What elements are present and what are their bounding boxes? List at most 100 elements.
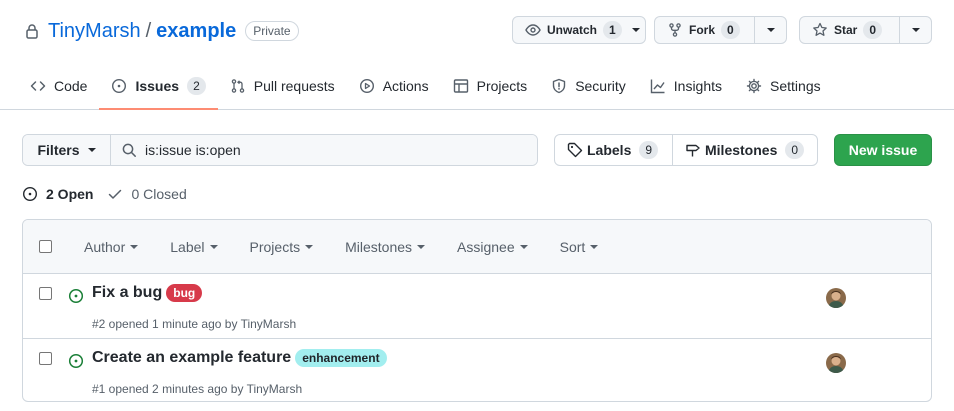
tab-label: Settings	[770, 78, 821, 94]
tab-label: Projects	[476, 78, 528, 94]
tab-label: Pull requests	[253, 78, 335, 94]
star-dropdown-button[interactable]	[899, 17, 931, 43]
closed-issues-label: 0 Closed	[131, 186, 187, 202]
select-all-checkbox[interactable]	[39, 240, 52, 253]
tab-pull-requests[interactable]: Pull requests	[218, 66, 347, 106]
issues-list: Author Label Projects Milestones Assigne…	[22, 219, 932, 402]
repo-name-link[interactable]: example	[156, 20, 236, 43]
sort-filter[interactable]: Sort	[560, 239, 599, 255]
tab-insights[interactable]: Insights	[638, 66, 734, 106]
issues-count-badge: 2	[187, 77, 206, 95]
tab-actions[interactable]: Actions	[347, 66, 441, 106]
issue-opened-icon	[68, 288, 84, 304]
issue-label-bug[interactable]: bug	[166, 284, 203, 302]
tab-label: Insights	[673, 78, 723, 94]
labels-button[interactable]: Labels 9	[555, 135, 672, 165]
chevron-down-icon	[417, 244, 426, 249]
fork-button[interactable]: Fork 0	[655, 17, 754, 43]
chevron-down-icon	[519, 244, 528, 249]
star-count: 0	[863, 21, 883, 39]
watch-count: 1	[603, 21, 622, 39]
repo-header: TinyMarsh / example Private Unwatch 1 Fo…	[0, 0, 954, 110]
shield-icon	[551, 78, 575, 94]
assignee-avatar[interactable]	[826, 353, 846, 373]
sort-filter-label: Sort	[559, 238, 586, 255]
label-filter[interactable]: Label	[170, 238, 218, 255]
chevron-down-icon	[209, 244, 218, 249]
projects-filter-label: Projects	[249, 238, 301, 255]
closed-issues-link[interactable]: 0 Closed	[107, 186, 187, 202]
tag-icon	[567, 142, 587, 158]
tab-label: Code	[54, 78, 88, 94]
watch-button-group: Unwatch 1	[512, 16, 646, 44]
unwatch-label: Unwatch	[547, 23, 598, 37]
star-icon	[812, 22, 834, 38]
milestone-icon	[685, 142, 705, 158]
tab-label: Actions	[382, 78, 429, 94]
visibility-badge: Private	[245, 21, 299, 41]
milestones-filter[interactable]: Milestones	[345, 238, 426, 255]
milestones-count: 0	[785, 141, 805, 159]
milestones-button[interactable]: Milestones 0	[672, 135, 817, 165]
labels-label: Labels	[587, 142, 632, 158]
repo-title: TinyMarsh / example Private	[24, 16, 299, 46]
gear-icon	[746, 78, 770, 94]
open-issues-link[interactable]: 2 Open	[22, 186, 93, 202]
chevron-down-icon	[911, 28, 920, 32]
code-icon	[30, 78, 54, 94]
check-icon	[107, 186, 131, 202]
search-icon	[121, 142, 145, 158]
play-icon	[359, 78, 383, 94]
issue-row: Create an example feature enhancement #1…	[23, 338, 931, 401]
assignee-avatar[interactable]	[826, 288, 846, 308]
open-issues-label: 2 Open	[46, 186, 94, 202]
tab-security[interactable]: Security	[539, 66, 638, 106]
labels-milestones-group: Labels 9 Milestones 0	[554, 134, 818, 166]
table-icon	[453, 78, 477, 94]
projects-filter[interactable]: Projects	[250, 239, 314, 255]
tab-code[interactable]: Code	[18, 66, 99, 106]
assignee-filter[interactable]: Assignee	[457, 239, 528, 255]
issue-label-enhancement[interactable]: enhancement	[295, 349, 387, 367]
tab-issues[interactable]: Issues 2	[99, 66, 219, 110]
filters-dropdown-button[interactable]: Filters	[23, 135, 111, 165]
unwatch-button[interactable]: Unwatch 1	[513, 17, 650, 43]
fork-label: Fork	[689, 23, 716, 37]
issue-state-toggle: 2 Open 0 Closed	[22, 184, 201, 204]
issue-search	[111, 135, 537, 165]
chevron-down-icon	[130, 244, 139, 249]
chevron-down-icon	[87, 148, 96, 152]
issue-title-line: Fix a bug bug	[92, 284, 203, 302]
issue-checkbox[interactable]	[39, 287, 52, 300]
author-filter-label: Author	[84, 238, 126, 255]
issues-filter-bar: Filters	[22, 134, 538, 166]
tab-label: Issues	[135, 78, 180, 94]
chevron-down-icon	[590, 244, 599, 249]
issue-opened-icon	[111, 78, 135, 94]
issue-meta: #1 opened 2 minutes ago by TinyMarsh	[92, 382, 303, 396]
graph-icon	[650, 78, 674, 94]
repo-nav-tabs: Code Issues 2 Pull requests Actions Proj…	[18, 66, 833, 110]
lock-icon	[24, 23, 40, 39]
repo-path-separator: /	[145, 19, 152, 42]
issue-title-link[interactable]: Fix a bug	[92, 284, 162, 302]
fork-dropdown-button[interactable]	[754, 17, 786, 43]
issues-list-header: Author Label Projects Milestones Assigne…	[23, 220, 931, 274]
repo-owner-link[interactable]: TinyMarsh	[48, 20, 141, 43]
new-issue-button[interactable]: New issue	[834, 134, 932, 166]
issue-checkbox[interactable]	[39, 352, 52, 365]
star-button-group: Star 0	[799, 16, 932, 44]
tab-projects[interactable]: Projects	[441, 66, 540, 106]
issue-search-input[interactable]	[145, 142, 525, 158]
issue-title-link[interactable]: Create an example feature	[92, 349, 291, 367]
author-filter[interactable]: Author	[84, 238, 139, 255]
issue-meta: #2 opened 1 minute ago by TinyMarsh	[92, 317, 297, 331]
label-filter-label: Label	[170, 238, 205, 255]
issue-title-line: Create an example feature enhancement	[92, 349, 387, 367]
assignee-filter-label: Assignee	[457, 238, 515, 255]
tab-settings[interactable]: Settings	[734, 66, 833, 106]
star-button[interactable]: Star 0	[800, 17, 899, 43]
chevron-down-icon	[305, 244, 314, 249]
milestones-filter-label: Milestones	[345, 238, 413, 255]
issue-opened-icon	[68, 353, 84, 369]
